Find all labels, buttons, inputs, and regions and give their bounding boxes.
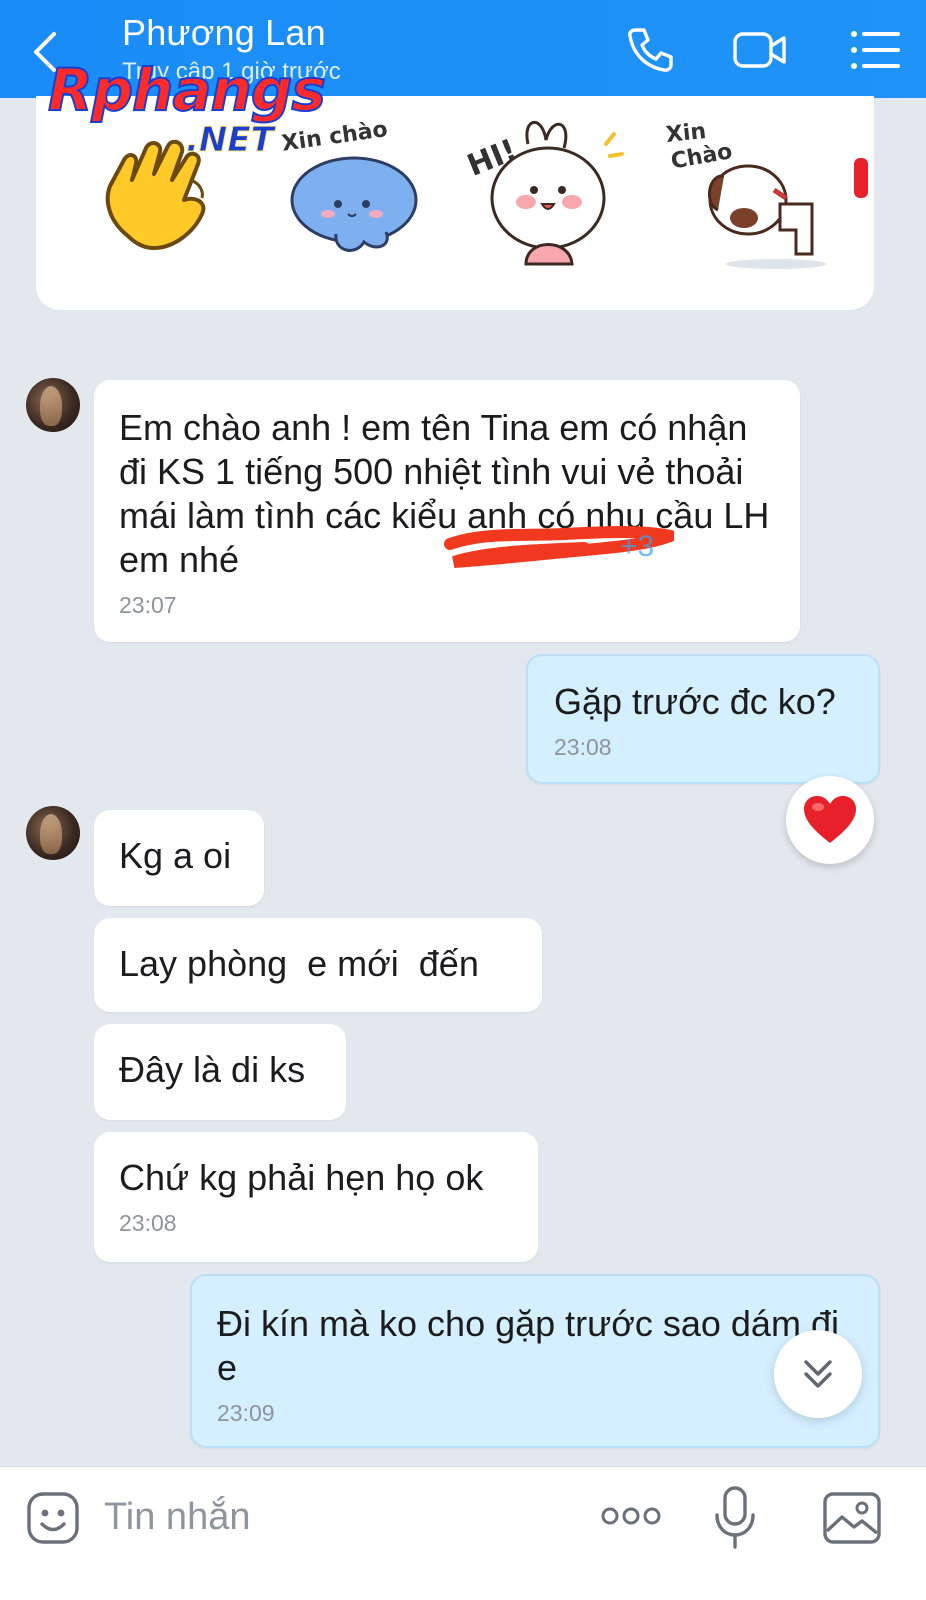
voice-call-button[interactable] xyxy=(622,22,678,78)
message-input[interactable] xyxy=(104,1489,524,1545)
message-bubble-incoming[interactable]: Em chào anh ! em tên Tina em có nhận đi … xyxy=(94,380,800,642)
sticker-suggestion-panel: Xin chào HI! Xin Chào xyxy=(36,96,874,310)
message-time: 23:09 xyxy=(217,1400,275,1426)
more-dots-icon xyxy=(601,1507,661,1525)
double-chevron-down-icon xyxy=(804,1360,832,1388)
image-gallery-icon xyxy=(823,1492,881,1544)
redaction-scribble: +3 xyxy=(444,526,674,568)
contact-avatar[interactable] xyxy=(26,378,80,432)
microphone-icon xyxy=(715,1486,755,1549)
hi-bunny-sticker[interactable]: HI! xyxy=(456,114,626,274)
contact-status: Truy cập 1 giờ trước xyxy=(122,58,341,85)
dog-sticker-icon: Xin Chào xyxy=(665,119,826,269)
waving-hand-sticker[interactable] xyxy=(98,136,222,256)
bunny-sticker-icon: HI! xyxy=(463,120,624,266)
more-options-button[interactable] xyxy=(600,1501,662,1531)
cat-sticker-icon: Xin chào xyxy=(280,122,418,252)
emoji-button[interactable] xyxy=(26,1491,80,1545)
message-bubble-outgoing[interactable]: Gặp trước đc ko? 23:08 xyxy=(526,654,880,784)
svg-text:Xin chào: Xin chào xyxy=(280,122,389,157)
message-time: 23:07 xyxy=(119,592,177,618)
voice-record-button[interactable] xyxy=(712,1485,758,1551)
heart-icon xyxy=(804,796,856,843)
list-menu-icon xyxy=(851,31,900,69)
heart-reaction-button[interactable] xyxy=(786,776,874,864)
message-text: Chứ kg phải hẹn họ ok xyxy=(119,1157,484,1198)
svg-text:+3: +3 xyxy=(620,530,654,563)
chat-header: Phương Lan Truy cập 1 giờ trước xyxy=(0,0,926,98)
message-time: 23:08 xyxy=(554,734,612,760)
chevron-left-icon xyxy=(34,32,56,72)
message-bubble-incoming[interactable]: Kg a oi xyxy=(94,810,264,906)
message-time: 23:08 xyxy=(119,1210,177,1236)
phone-icon xyxy=(628,28,673,72)
video-call-button[interactable] xyxy=(732,22,788,78)
message-bubble-incoming[interactable]: Chứ kg phải hẹn họ ok 23:08 xyxy=(94,1132,538,1262)
message-text: Đi kín mà ko cho gặp trước sao dám đi e xyxy=(217,1303,839,1388)
send-image-button[interactable] xyxy=(822,1489,882,1547)
message-text: Đây là di ks xyxy=(119,1049,306,1090)
more-stickers-peek[interactable] xyxy=(848,154,872,204)
message-text: Lay phòng e mới đến xyxy=(119,943,479,984)
video-camera-icon xyxy=(733,32,786,68)
back-button[interactable] xyxy=(26,24,66,80)
message-bubble-incoming[interactable]: Lay phòng e mới đến xyxy=(94,918,542,1012)
options-menu-button[interactable] xyxy=(848,22,904,78)
message-bubble-incoming[interactable]: Đây là di ks xyxy=(94,1024,346,1120)
xin-chao-cat-sticker[interactable]: Xin chào xyxy=(276,122,426,262)
scroll-to-bottom-button[interactable] xyxy=(774,1330,862,1418)
message-text: Kg a oi xyxy=(119,835,232,876)
waving-hand-icon xyxy=(105,139,206,250)
emoji-smile-icon xyxy=(27,1492,79,1544)
sticker-peek-icon xyxy=(854,158,868,198)
xin-chao-dog-sticker[interactable]: Xin Chào xyxy=(656,114,836,274)
contact-avatar[interactable] xyxy=(26,806,80,860)
message-text: Gặp trước đc ko? xyxy=(554,681,836,722)
contact-name[interactable]: Phương Lan xyxy=(122,12,326,54)
message-composer xyxy=(0,1466,926,1600)
